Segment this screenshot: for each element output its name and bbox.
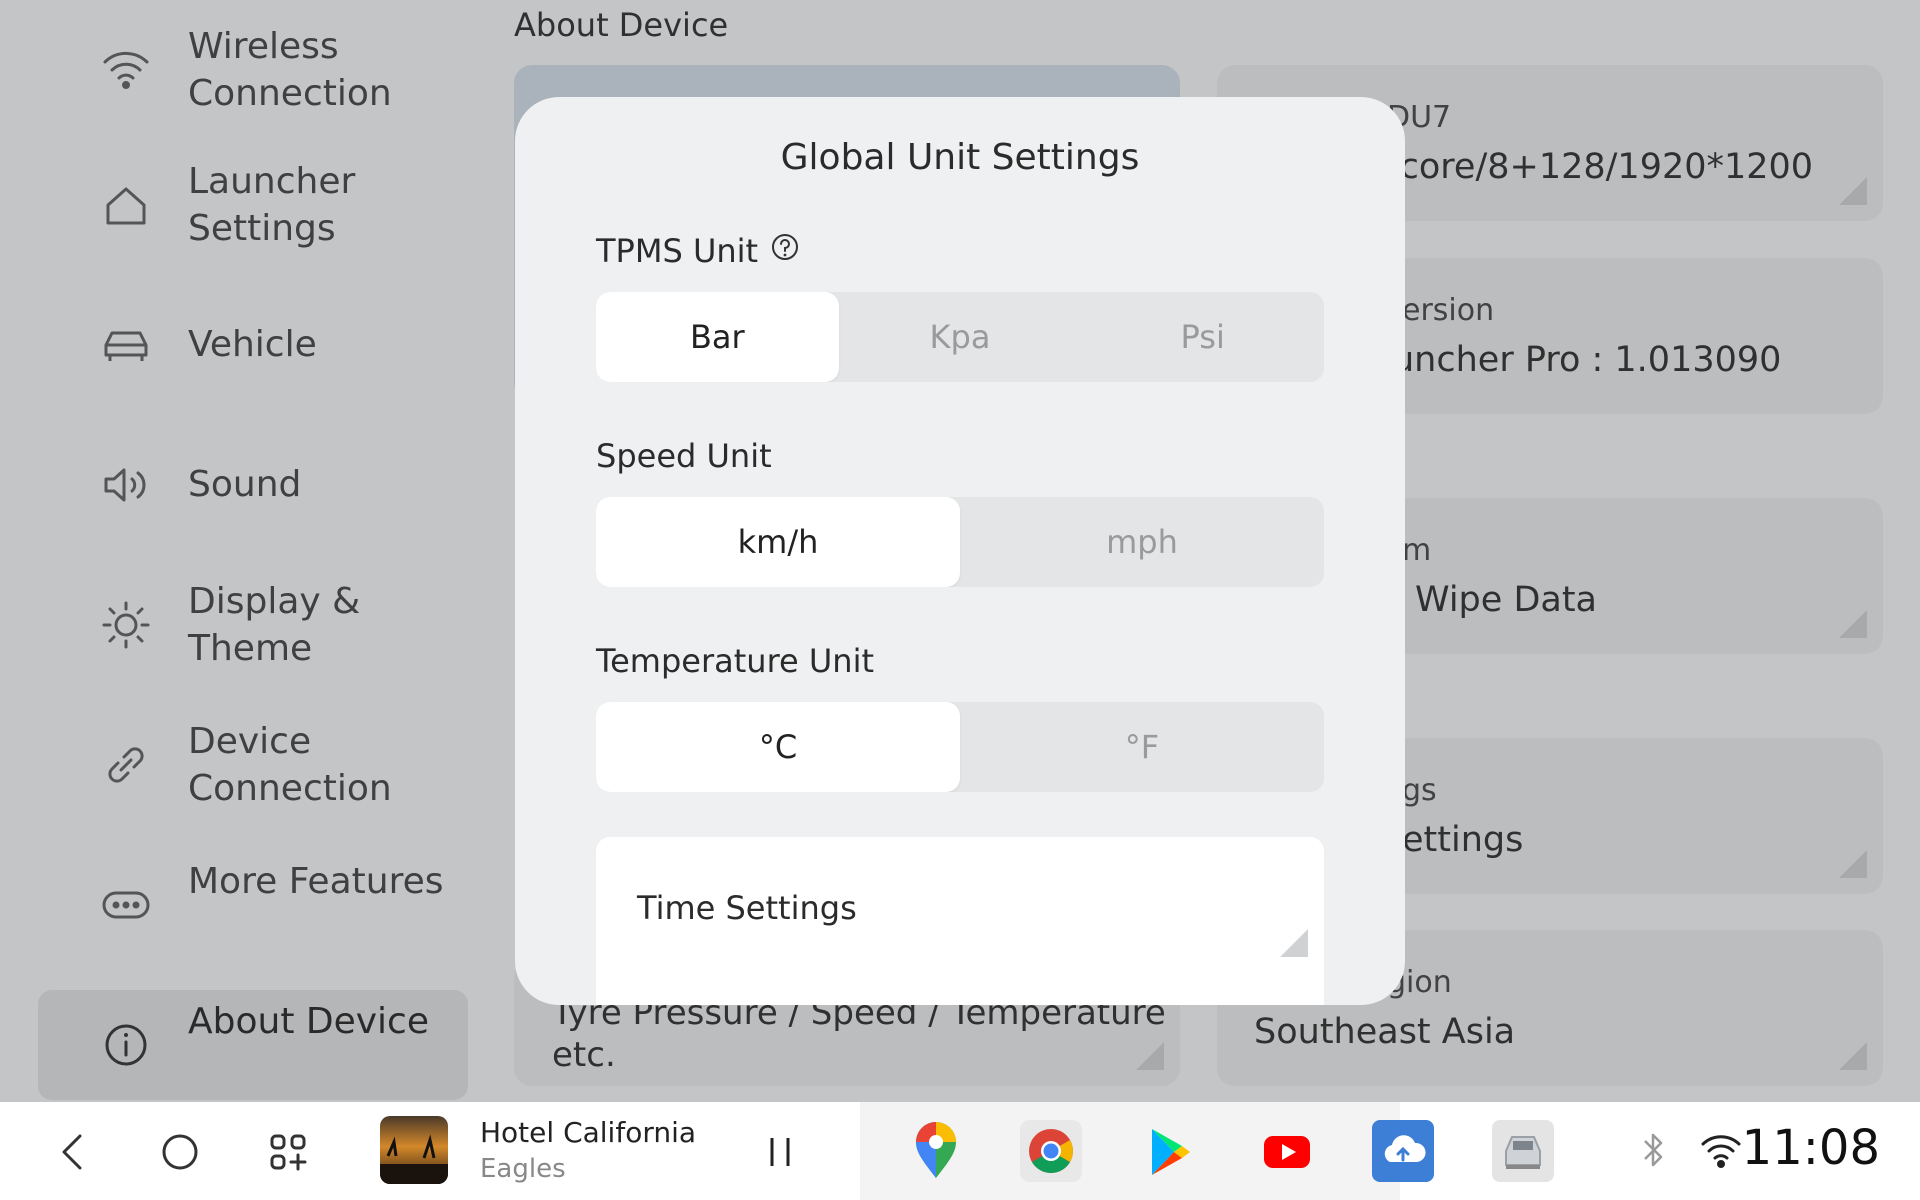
car-app-icon[interactable]	[1492, 1120, 1554, 1182]
link-icon	[100, 739, 152, 791]
tpms-unit-text: TPMS Unit	[596, 232, 759, 270]
expand-corner-icon	[1839, 610, 1867, 638]
tpms-unit-selector: Bar Kpa Psi	[596, 292, 1324, 382]
sidebar-item-launcher-settings[interactable]: Launcher Settings	[38, 150, 468, 260]
expand-corner-icon	[1839, 1042, 1867, 1070]
sidebar-item-label: Launcher Settings	[188, 161, 356, 249]
time-settings-item[interactable]: Time Settings	[596, 837, 1324, 1005]
tpms-option-kpa[interactable]: Kpa	[839, 292, 1082, 382]
sidebar-item-display-theme[interactable]: Display & Theme	[38, 570, 468, 680]
sidebar-item-label: Display & Theme	[188, 581, 361, 669]
youtube-icon[interactable]	[1255, 1124, 1319, 1180]
maps-icon[interactable]	[905, 1120, 967, 1182]
sidebar-item-label: Sound	[188, 464, 302, 505]
temperature-option-celsius[interactable]: °C	[596, 702, 960, 792]
sidebar-item-label: More Features	[188, 861, 444, 902]
speaker-icon	[100, 459, 152, 511]
speed-unit-selector: km/h mph	[596, 497, 1324, 587]
temperature-unit-label: Temperature Unit	[596, 642, 875, 680]
wifi-icon	[100, 44, 152, 96]
sidebar-item-about-device[interactable]: About Device	[38, 990, 468, 1100]
tpms-option-bar[interactable]: Bar	[596, 292, 839, 382]
expand-corner-icon	[1839, 850, 1867, 878]
sidebar-item-label: About Device	[188, 1001, 429, 1042]
album-art[interactable]	[380, 1116, 448, 1184]
expand-corner-icon	[1839, 177, 1867, 205]
chrome-icon[interactable]	[1020, 1120, 1082, 1182]
region-card-value: Southeast Asia	[1254, 1012, 1516, 1052]
temperature-option-fahrenheit[interactable]: °F	[960, 702, 1324, 792]
time-settings-label: Time Settings	[637, 889, 857, 927]
temperature-unit-selector: °C °F	[596, 702, 1324, 792]
wifi-status-icon[interactable]	[1698, 1128, 1744, 1172]
speed-option-mph[interactable]: mph	[960, 497, 1324, 587]
expand-corner-icon	[1136, 1042, 1164, 1070]
media-title: Hotel California	[480, 1116, 697, 1149]
tpms-option-psi[interactable]: Psi	[1081, 292, 1324, 382]
help-icon[interactable]	[770, 232, 800, 270]
sidebar-item-label: Device Connection	[188, 721, 392, 809]
model-card-value: -core/8+128/1920*1200	[1387, 147, 1814, 187]
wipe-data-label: Wipe Data	[1415, 580, 1598, 620]
sidebar-item-more-features[interactable]: More Features	[38, 850, 468, 960]
speed-unit-label: Speed Unit	[596, 437, 772, 475]
page-title: About Device	[514, 6, 729, 44]
info-icon	[100, 1019, 152, 1071]
tpms-unit-label: TPMS Unit	[596, 232, 800, 270]
taskbar: Hotel California Eagles 11:08	[0, 1102, 1920, 1200]
sidebar-item-device-connection[interactable]: Device Connection	[38, 710, 468, 820]
bluetooth-icon[interactable]	[1638, 1128, 1668, 1172]
speed-option-kmh[interactable]: km/h	[596, 497, 960, 587]
dialog-title: Global Unit Settings	[780, 137, 1140, 178]
more-icon	[100, 879, 152, 931]
car-icon	[100, 319, 152, 371]
back-button[interactable]	[52, 1130, 92, 1174]
sidebar-item-wireless-connection[interactable]: Wireless Connection	[38, 15, 468, 125]
version-card-label: ersion	[1402, 293, 1495, 328]
global-unit-settings-dialog: Global Unit Settings TPMS Unit Bar Kpa P…	[515, 97, 1405, 1005]
settings-card-label: gs	[1402, 773, 1437, 808]
sidebar-item-label: Wireless Connection	[188, 26, 392, 114]
home-icon	[100, 179, 152, 231]
home-button[interactable]	[158, 1130, 202, 1174]
pause-button[interactable]	[760, 1132, 800, 1172]
settings-card-value: ettings	[1402, 820, 1524, 860]
sidebar: Wireless Connection Launcher Settings Ve…	[0, 0, 480, 1102]
system-card-label: m	[1402, 533, 1432, 568]
version-card-value: uncher Pro : 1.013090	[1392, 340, 1782, 380]
clock: 11:08	[1741, 1120, 1880, 1176]
sidebar-item-sound[interactable]: Sound	[38, 430, 468, 540]
ota-icon[interactable]	[1372, 1120, 1434, 1182]
expand-corner-icon	[1280, 929, 1308, 957]
media-artist: Eagles	[480, 1154, 566, 1184]
sidebar-item-label: Vehicle	[188, 324, 317, 365]
brightness-icon	[100, 599, 152, 651]
sidebar-item-vehicle[interactable]: Vehicle	[38, 290, 468, 400]
unit-desc-line2: etc.	[552, 1035, 616, 1075]
play-store-icon[interactable]	[1140, 1122, 1200, 1182]
apps-grid-button[interactable]	[266, 1130, 310, 1174]
